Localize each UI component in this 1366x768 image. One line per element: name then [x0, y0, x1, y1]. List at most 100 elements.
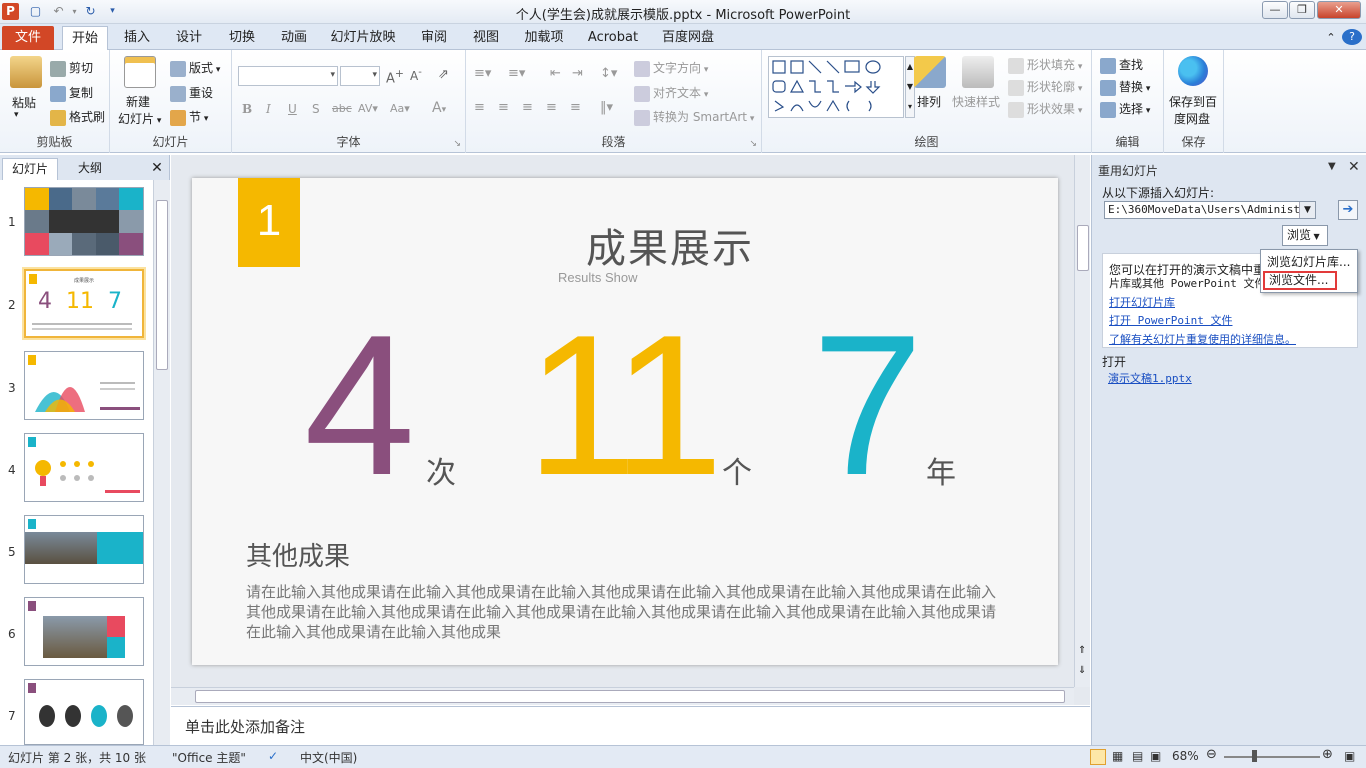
underline-icon[interactable]: U: [288, 102, 297, 116]
language-status[interactable]: 中文(中国): [300, 749, 357, 766]
tab-outline-pane[interactable]: 大纲: [62, 158, 118, 180]
section-button[interactable]: 节 ▾: [170, 108, 208, 126]
open-file-link[interactable]: 演示文稿1.pptx: [1108, 370, 1192, 386]
slide-vertical-scrollbar[interactable]: ⇑ ⇓: [1074, 155, 1090, 687]
tab-baidu[interactable]: 百度网盘: [656, 26, 720, 50]
maximize-button[interactable]: ❐: [1289, 1, 1315, 19]
font-color-icon[interactable]: A▾: [432, 100, 446, 116]
tab-home[interactable]: 开始: [62, 26, 108, 50]
format-painter-button[interactable]: 格式刷: [50, 108, 105, 126]
quick-styles-icon[interactable]: [962, 56, 994, 88]
numbering-icon[interactable]: ≡▾: [508, 66, 525, 81]
shapes-gallery[interactable]: [768, 56, 904, 118]
thumbnails-scrollbar[interactable]: [153, 180, 170, 745]
copy-button[interactable]: 复制: [50, 84, 93, 102]
baidu-cloud-icon[interactable]: [1178, 56, 1208, 86]
line-spacing-icon[interactable]: ↕▾: [600, 66, 617, 81]
theme-status[interactable]: "Office 主题": [172, 749, 246, 766]
tab-acrobat[interactable]: Acrobat: [583, 26, 643, 50]
italic-icon[interactable]: I: [266, 102, 271, 116]
zoom-out-icon[interactable]: ⊖: [1206, 747, 1217, 762]
open-library-link[interactable]: 打开幻灯片库: [1109, 294, 1175, 310]
justify-icon[interactable]: ≡: [546, 100, 557, 115]
close-window-button[interactable]: ✕: [1317, 1, 1361, 19]
grow-font-icon[interactable]: A+: [386, 67, 404, 86]
convert-smartart-button[interactable]: 转换为 SmartArt ▾: [634, 108, 754, 126]
tab-addins[interactable]: 加载项: [516, 26, 572, 50]
slide-thumbnail-4[interactable]: [24, 433, 144, 502]
new-slide-button[interactable]: 幻灯片 ▾: [118, 110, 161, 127]
decrease-indent-icon[interactable]: ⇤: [550, 66, 561, 81]
slide-thumbnail-6[interactable]: [24, 597, 144, 666]
new-slide-label-1[interactable]: 新建: [126, 93, 150, 110]
replace-button[interactable]: 替换 ▾: [1100, 78, 1150, 96]
close-pane-icon[interactable]: ✕: [148, 158, 166, 180]
columns-icon[interactable]: ‖▾: [600, 100, 613, 115]
tab-insert[interactable]: 插入: [115, 26, 159, 50]
slideshow-view-icon[interactable]: ▣: [1150, 749, 1161, 763]
select-button[interactable]: 选择 ▾: [1100, 100, 1150, 118]
align-center-icon[interactable]: ≡: [498, 100, 509, 115]
zoom-level[interactable]: 68%: [1172, 749, 1199, 763]
spell-check-icon[interactable]: ✓: [268, 749, 278, 763]
slide-sorter-icon[interactable]: ▦: [1112, 749, 1123, 763]
open-ppt-link[interactable]: 打开 PowerPoint 文件: [1109, 312, 1232, 328]
paste-button[interactable]: 粘贴: [12, 94, 36, 111]
align-left-icon[interactable]: ≡: [474, 100, 485, 115]
shape-outline-button[interactable]: 形状轮廓 ▾: [1008, 78, 1082, 96]
tab-review[interactable]: 审阅: [412, 26, 456, 50]
tab-slides-pane[interactable]: 幻灯片: [2, 158, 58, 180]
font-dialog-launcher-icon[interactable]: ↘: [453, 139, 461, 149]
zoom-in-icon[interactable]: ⊕: [1322, 747, 1333, 762]
paragraph-dialog-launcher-icon[interactable]: ↘: [749, 139, 757, 149]
bullets-icon[interactable]: ≡▾: [474, 66, 491, 81]
slide-thumbnail-2[interactable]: 成果展示 4 11 7: [24, 269, 144, 338]
source-path-input[interactable]: E:\360MoveData\Users\Administrato ▼: [1104, 201, 1316, 219]
go-arrow-button[interactable]: ➔: [1338, 200, 1358, 220]
align-text-button[interactable]: 对齐文本 ▾: [634, 84, 708, 102]
slide-horizontal-scrollbar[interactable]: [171, 687, 1074, 705]
font-name-combo[interactable]: ▾: [238, 66, 338, 86]
tab-design[interactable]: 设计: [167, 26, 211, 50]
pane-options-icon[interactable]: ▼: [1328, 161, 1336, 172]
arrange-button[interactable]: 排列: [917, 93, 941, 110]
browse-file-menu-item[interactable]: 浏览文件...: [1263, 271, 1337, 290]
strikethrough-icon[interactable]: abc: [332, 102, 352, 115]
shape-effects-button[interactable]: 形状效果 ▾: [1008, 100, 1082, 118]
layout-button[interactable]: 版式 ▾: [170, 59, 220, 77]
slide-thumbnail-7[interactable]: [24, 679, 144, 745]
change-case-icon[interactable]: Aa▾: [390, 102, 410, 115]
slide-thumbnail-1[interactable]: [24, 187, 144, 256]
paste-icon[interactable]: [10, 56, 42, 88]
arrange-icon[interactable]: [914, 56, 946, 88]
previous-slide-icon[interactable]: ⇑: [1078, 645, 1086, 656]
tab-animations[interactable]: 动画: [272, 26, 316, 50]
tab-view[interactable]: 视图: [464, 26, 508, 50]
tab-transitions[interactable]: 切换: [220, 26, 264, 50]
learn-more-link[interactable]: 了解有关幻灯片重复使用的详细信息。: [1109, 331, 1296, 347]
minimize-ribbon-icon[interactable]: ⌃: [1322, 26, 1340, 50]
font-size-combo[interactable]: ▾: [340, 66, 380, 86]
find-button[interactable]: 查找: [1100, 56, 1143, 74]
current-slide[interactable]: 1 成果展示 Results Show 4 次 11 个 7 年 其他成果 请在…: [192, 178, 1058, 665]
close-reuse-pane-icon[interactable]: ✕: [1348, 159, 1360, 175]
zoom-slider[interactable]: [1224, 756, 1320, 758]
minimize-button[interactable]: —: [1262, 1, 1288, 19]
browse-library-menu-item[interactable]: 浏览幻灯片库...: [1267, 253, 1350, 270]
tab-file[interactable]: 文件: [2, 26, 54, 50]
slide-thumbnail-3[interactable]: [24, 351, 144, 420]
bold-icon[interactable]: B: [242, 102, 252, 116]
shape-fill-button[interactable]: 形状填充 ▾: [1008, 56, 1082, 74]
reset-button[interactable]: 重设: [170, 84, 213, 102]
slide-thumbnail-5[interactable]: [24, 515, 144, 584]
save-baidu-label-1[interactable]: 保存到百: [1169, 93, 1217, 110]
char-spacing-icon[interactable]: AV▾: [358, 102, 378, 115]
normal-view-icon[interactable]: [1090, 749, 1106, 765]
increase-indent-icon[interactable]: ⇥: [572, 66, 583, 81]
paste-dropdown-icon[interactable]: ▾: [14, 110, 19, 120]
browse-button[interactable]: 浏览 ▼: [1282, 225, 1328, 246]
reading-view-icon[interactable]: ▤: [1132, 749, 1143, 763]
clear-format-icon[interactable]: ⇗: [438, 67, 449, 82]
path-dropdown-icon[interactable]: ▼: [1299, 202, 1315, 218]
text-direction-button[interactable]: 文字方向 ▾: [634, 59, 708, 77]
